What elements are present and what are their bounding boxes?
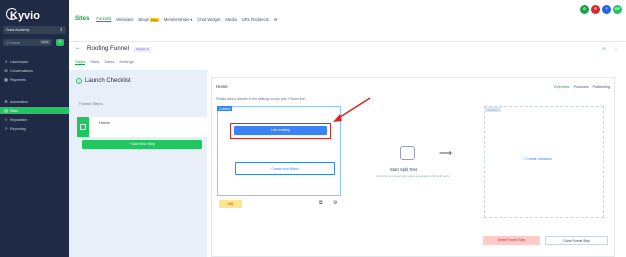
tab-media[interactable]: Media	[225, 17, 236, 22]
variation-card: Variation + Create Variation	[484, 106, 604, 218]
split-test-title: Start Split Test	[390, 167, 417, 172]
more-options-icon[interactable]: ⋮	[612, 45, 620, 53]
sidebar-item-label: Conversations	[10, 68, 33, 73]
tab-blogs[interactable]: Blogs New	[138, 17, 159, 22]
tab-publishing[interactable]: Publishing	[592, 85, 610, 89]
sidebar-item-label: Payments	[10, 77, 26, 82]
tab-websites[interactable]: Websites	[116, 17, 133, 22]
arrow-right-icon: ⟶	[439, 148, 452, 158]
reporting-icon: ↗	[4, 125, 8, 131]
tab-chat-widget[interactable]: Chat Widget	[197, 17, 220, 22]
chevron-down-icon: ▾	[190, 16, 193, 22]
split-test-icon	[400, 146, 415, 160]
automation-icon: ⚙	[4, 98, 8, 104]
star-icon: ✩	[4, 116, 8, 122]
launch-checklist[interactable]: ✓ Launch Checklist	[76, 78, 131, 84]
sidebar-item-conversations[interactable]: ✉ Conversations	[0, 67, 69, 74]
step-title: Home	[216, 84, 228, 89]
phone-avatar[interactable]: G	[580, 5, 589, 14]
tab-sales[interactable]: Sales	[104, 59, 114, 65]
share-icon[interactable]: ⋖	[600, 45, 608, 53]
variation-tag: Variation	[485, 107, 501, 112]
sidebar-item-reporting[interactable]: ↗ Reporting	[0, 125, 69, 132]
tab-overview[interactable]: Overview	[554, 85, 570, 89]
delete-funnel-step-button[interactable]: Delete Funnel Step	[483, 236, 540, 245]
control-variant-card: Control Use existing Create from Blank	[217, 106, 341, 196]
ab-test-dropdown[interactable]: A/B	[219, 200, 242, 208]
sidebar-item-label: Automation	[10, 99, 29, 104]
external-link-icon[interactable]: ⧉	[319, 200, 323, 206]
funnel-title: Roofing Funnel	[87, 45, 129, 52]
step-tabs: Overview Products Publishing	[554, 85, 610, 89]
funnel-header: ← Roofing Funnel Version 2 ⋖ ⋮	[69, 42, 626, 58]
create-variation-link[interactable]: + Create Variation	[523, 157, 552, 161]
header-actions: G R ? GP	[580, 5, 622, 14]
control-label: Control	[217, 106, 232, 111]
tab-label: Memberships	[163, 16, 190, 22]
create-from-blank-button[interactable]: Create from Blank	[235, 162, 335, 175]
chevron-icon: ⇕	[59, 27, 63, 32]
search-placeholder: Q Search	[6, 40, 21, 45]
notifications-avatar[interactable]: R	[591, 5, 600, 14]
app-logo[interactable]: Kyvio	[10, 10, 40, 22]
tab-url-redirects[interactable]: URL Redirects	[242, 17, 269, 22]
rocket-icon: ➚	[4, 58, 8, 64]
sidebar-item-sites[interactable]: ▤ Sites	[0, 107, 69, 114]
tab-funnels[interactable]: Funnels	[96, 16, 112, 22]
payments-icon: ▦	[4, 76, 8, 82]
sidebar-item-label: Launchpad	[10, 59, 28, 64]
quick-add-button[interactable]: +	[56, 39, 64, 46]
domain-hint: Please add a domain in the settings to s…	[216, 97, 306, 101]
add-new-step-button[interactable]: + Add New Step	[82, 140, 202, 149]
sidebar-item-automation[interactable]: ⚙ Automation	[0, 98, 69, 105]
sidebar-item-label: Sites	[10, 108, 18, 113]
gear-icon[interactable]: ⚙	[333, 200, 337, 206]
sidebar-item-label: Reputation	[10, 117, 28, 122]
tab-steps[interactable]: Steps	[75, 59, 86, 65]
tab-settings[interactable]: Settings	[119, 59, 133, 65]
sites-icon: ▤	[4, 107, 8, 113]
steps-panel: ✓ Launch Checklist Funnel Steps Home + A…	[69, 70, 207, 257]
help-avatar[interactable]: ?	[602, 5, 611, 14]
sidebar-item-label: Reporting	[10, 126, 26, 131]
account-switcher[interactable]: Grant Academy ⇕	[3, 26, 66, 34]
version-badge: Version 2	[134, 46, 151, 52]
use-existing-button[interactable]: Use existing	[234, 126, 327, 135]
top-bar: Sites Funnels Websites Blogs New Membersh…	[69, 0, 626, 42]
chat-icon: ✉	[4, 67, 8, 73]
funnel-subtabs: Steps Stats Sales Settings	[75, 59, 134, 65]
tab-memberships[interactable]: Memberships ▾	[164, 17, 192, 22]
back-arrow-icon[interactable]: ←	[75, 45, 81, 51]
section-title: Sites	[75, 16, 90, 22]
clone-funnel-step-button[interactable]: Clone Funnel Step	[545, 236, 608, 245]
step-detail-panel: Home Overview Products Publishing Please…	[211, 77, 615, 257]
control-footer: A/B ⧉ ⚙	[217, 198, 341, 210]
checklist-label: Launch Checklist	[85, 78, 131, 84]
split-test-subtitle: Optimize your lead and sales generation …	[376, 174, 450, 178]
sidebar-search[interactable]: Q Search ctrl K	[3, 39, 52, 46]
sidebar-item-reputation[interactable]: ✩ Reputation	[0, 116, 69, 123]
funnel-steps-label: Funnel Steps	[79, 101, 103, 106]
tab-label: Blogs	[138, 16, 149, 22]
tab-stats[interactable]: Stats	[90, 59, 99, 65]
search-shortcut: ctrl K	[40, 40, 50, 44]
check-circle-icon: ✓	[76, 78, 82, 84]
user-avatar[interactable]: GP	[613, 5, 622, 14]
tab-products[interactable]: Products	[573, 85, 588, 89]
new-badge: New	[149, 17, 159, 22]
sidebar-item-payments[interactable]: ▦ Payments	[0, 76, 69, 83]
funnel-step-item[interactable]: Home	[77, 117, 207, 137]
page-icon	[77, 117, 89, 137]
sidebar-item-launchpad[interactable]: ➚ Launchpad	[0, 58, 69, 65]
step-name: Home	[99, 120, 110, 125]
settings-gear-icon[interactable]: ⚙	[274, 17, 278, 22]
site-tabs: Sites Funnels Websites Blogs New Membersh…	[75, 16, 278, 22]
sidebar: Kyvio Grant Academy ⇕ Q Search ctrl K + …	[0, 0, 69, 257]
account-name: Grant Academy	[6, 28, 30, 32]
